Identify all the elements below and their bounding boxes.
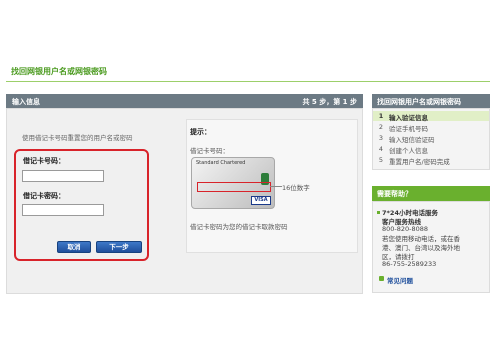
card-password-note: 借记卡密码为您的借记卡取款密码 [190, 223, 288, 231]
step-number: 4 [378, 145, 384, 153]
card-number-input[interactable] [22, 170, 104, 182]
step-label: 输入验证信息 [389, 114, 428, 122]
main-panel-header: 输入信息 共 5 步，第 1 步 [6, 94, 363, 108]
step-number: 5 [378, 156, 384, 164]
cancel-button-label: 取消 [67, 243, 81, 251]
step-number: 1 [378, 112, 384, 120]
step-label: 输入短信验证码 [389, 136, 435, 144]
intro-text: 使用借记卡号码重置您的用户名或密码 [22, 134, 133, 142]
next-step-button[interactable]: 下一步 [96, 241, 142, 253]
sidebar-step-1: 1 输入验证信息 [373, 111, 489, 122]
visa-logo-icon: VISA [251, 196, 271, 205]
help-phone-secondary: 86-755-2589233 [382, 260, 437, 268]
sidebar-title: 找回网银用户名或网银密码 [377, 98, 461, 106]
card-number-highlight [197, 182, 271, 192]
sidebar-step-2: 2 验证手机号码 [373, 122, 489, 133]
sidebar-step-3: 3 输入短信验证码 [373, 133, 489, 144]
hint-card-number-caption: 借记卡号码： [190, 147, 229, 155]
card-number-label: 借记卡号码： [23, 157, 65, 165]
bullet-icon [377, 211, 380, 214]
sidebar-step-4: 4 创建个人信息 [373, 144, 489, 155]
title-divider [6, 81, 490, 82]
step-label: 重置用户名/密码完成 [389, 158, 450, 166]
page-title: 找回网银用户名或网银密码 [11, 67, 107, 76]
help-title: 需要帮助？ [377, 190, 412, 198]
step-number: 2 [378, 123, 384, 131]
card-password-label: 借记卡密码： [23, 192, 65, 200]
help-phone-primary: 800-820-8088 [382, 225, 429, 233]
main-panel-title: 输入信息 [12, 98, 40, 106]
faq-icon [379, 276, 384, 281]
step-indicator: 共 5 步，第 1 步 [302, 98, 358, 106]
card-password-input[interactable] [22, 204, 104, 216]
sidebar-header: 找回网银用户名或网银密码 [372, 94, 490, 108]
step-label: 创建个人信息 [389, 147, 428, 155]
faq-link[interactable]: 常见问题 [387, 275, 413, 285]
sidebar-step-5: 5 重置用户名/密码完成 [373, 155, 489, 166]
help-header: 需要帮助？ [372, 186, 490, 201]
hint-title: 提示： [190, 128, 211, 136]
card-bank-name: Standard Chartered [196, 160, 246, 166]
next-step-button-label: 下一步 [109, 243, 129, 251]
cancel-button[interactable]: 取消 [57, 241, 91, 253]
step-number: 3 [378, 134, 384, 142]
step-label: 验证手机号码 [389, 125, 428, 133]
card-digits-note: 16位数字 [282, 184, 310, 192]
card-number-pointer-line [270, 186, 282, 187]
